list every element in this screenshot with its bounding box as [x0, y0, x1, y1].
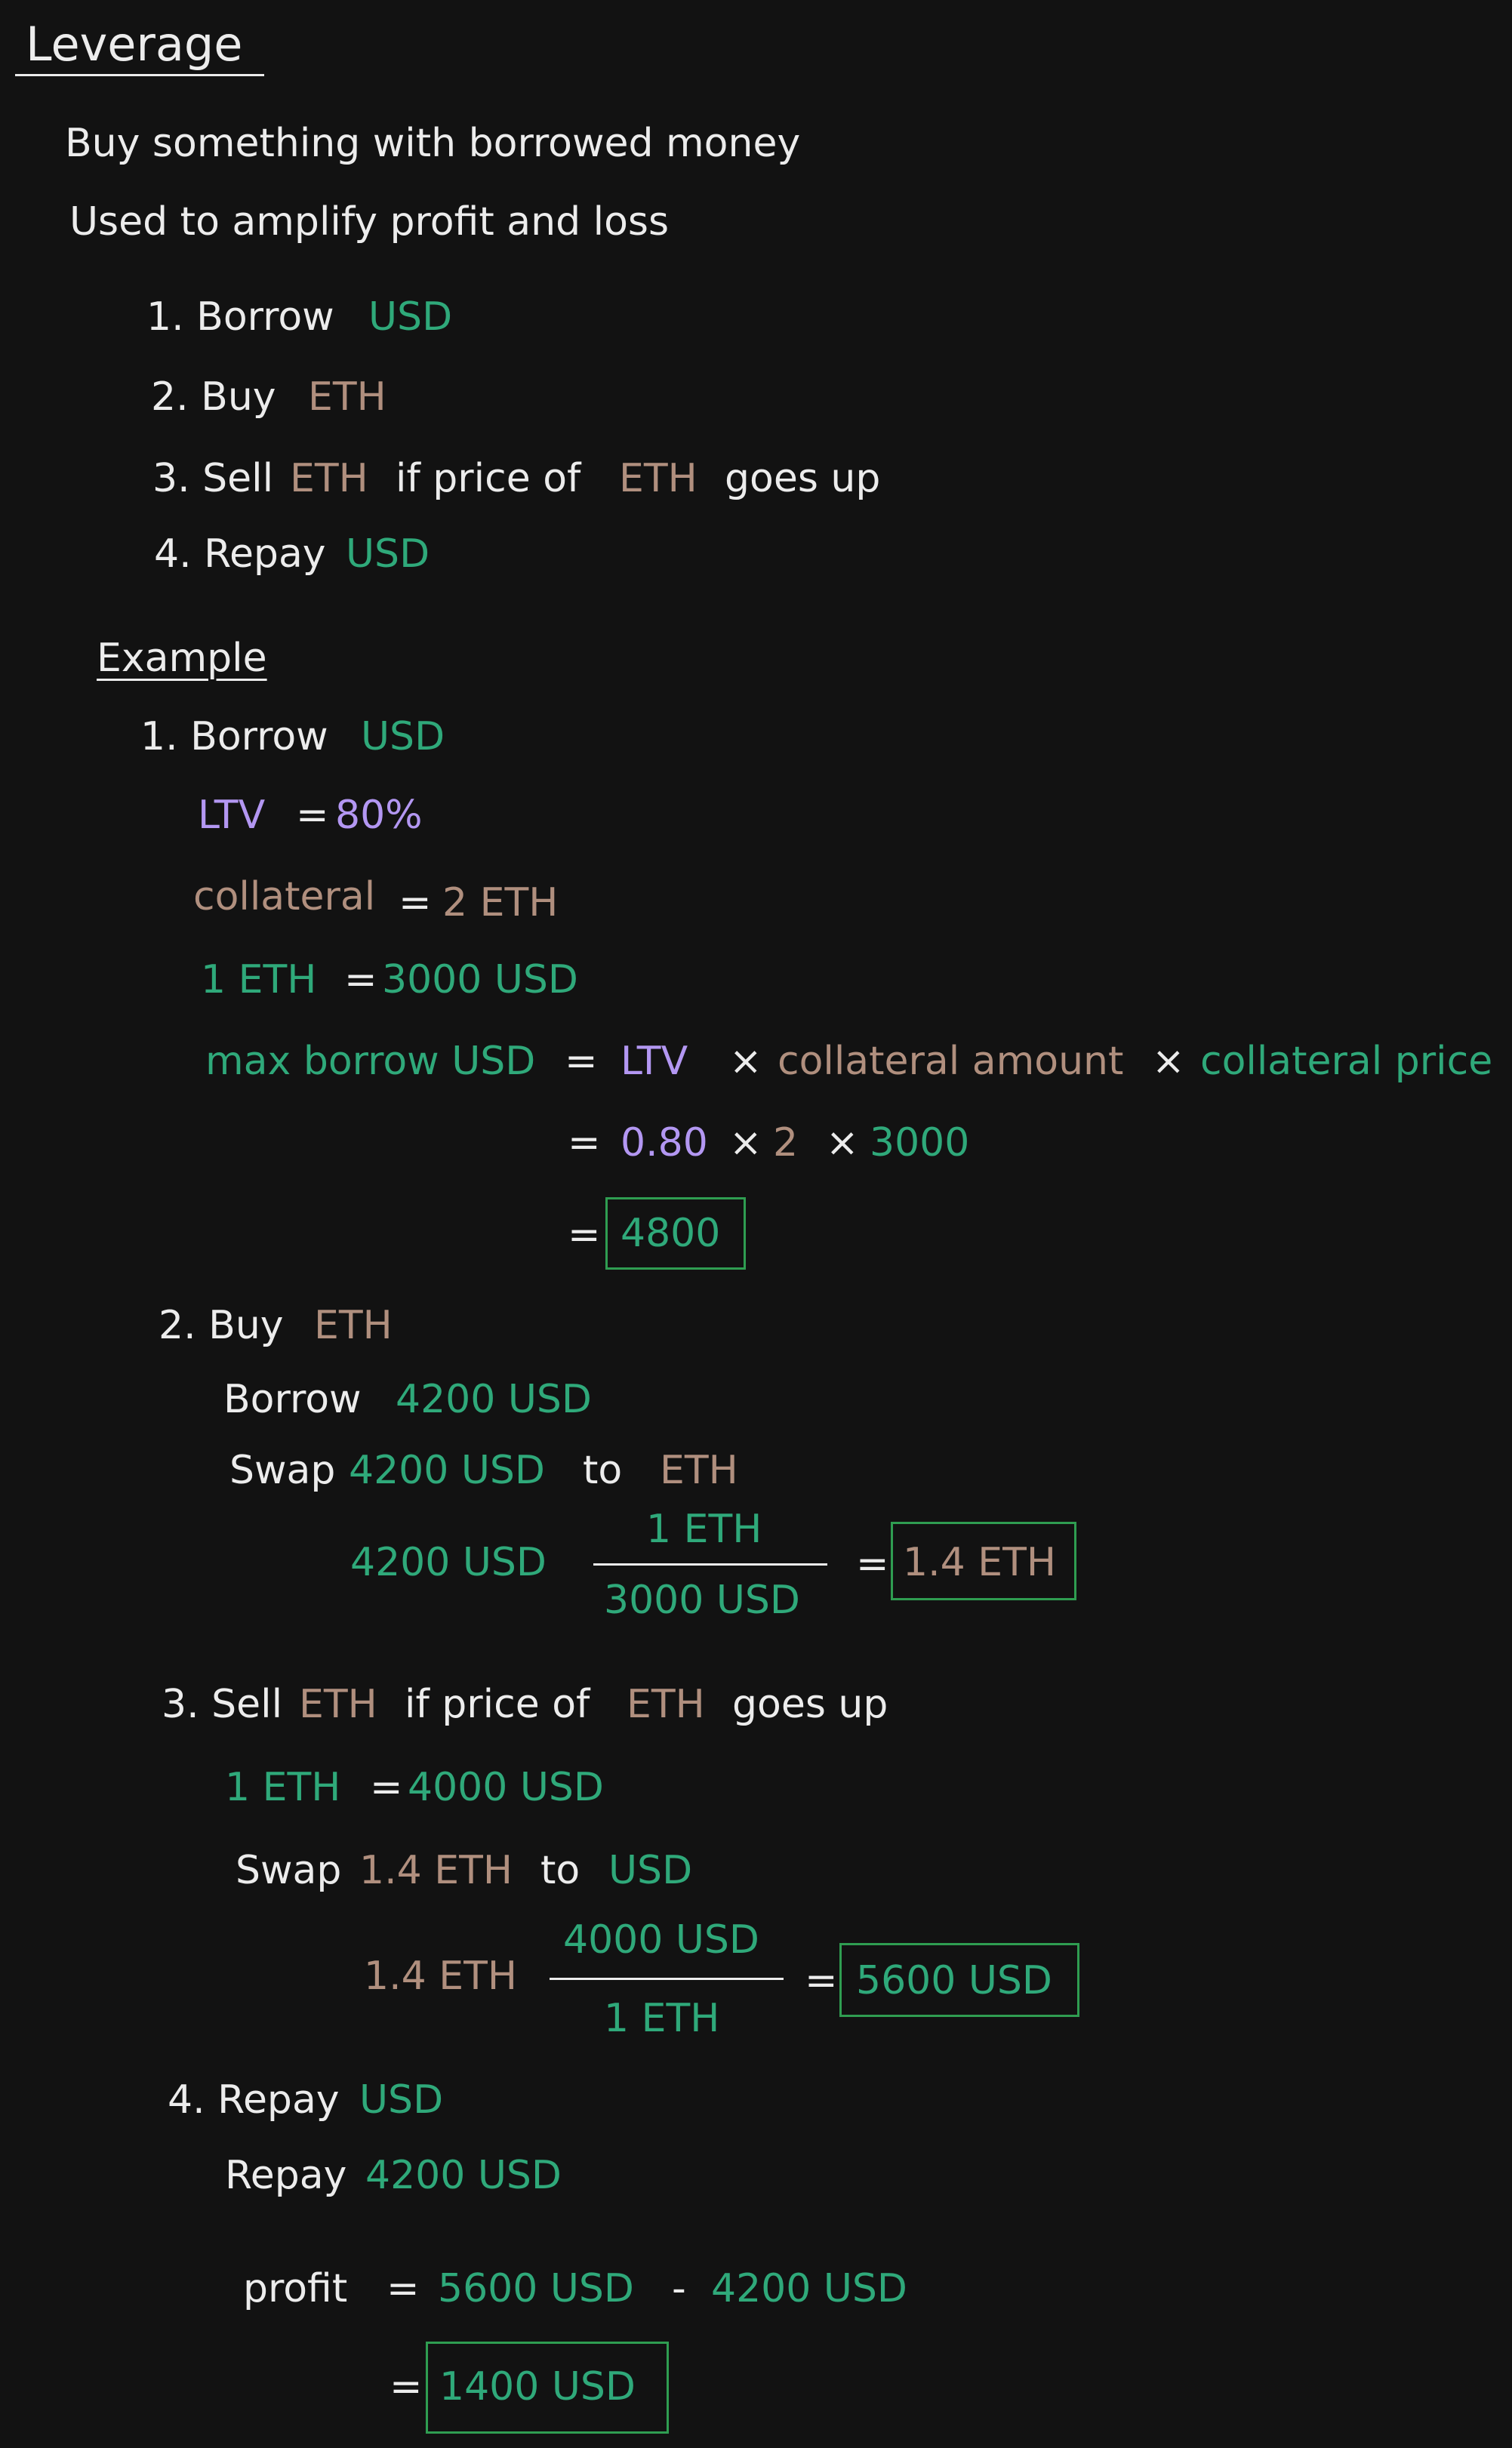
profit-minus: - [672, 2266, 686, 2311]
formula-ltv: LTV [621, 1039, 688, 1084]
formula-times-2: × [1152, 1039, 1185, 1084]
profit-label: profit [243, 2266, 348, 2311]
borrow-value: 4200 USD [396, 1377, 592, 1422]
fraction-numerator: 1 ETH [646, 1507, 762, 1552]
swap-target: ETH [660, 1448, 738, 1493]
calc-times-2: × [826, 1120, 859, 1165]
borrow-label: Borrow [223, 1377, 362, 1422]
result-equals: = [568, 1212, 601, 1258]
example-step-2-asset: ETH [314, 1303, 393, 1348]
title-underline [15, 74, 264, 76]
new-price-right: 4000 USD [408, 1765, 604, 1810]
eth-result: 1.4 ETH [903, 1540, 1056, 1585]
example-step-3-asset-2: ETH [627, 1682, 705, 1727]
eth-price-equals: = [344, 957, 377, 1002]
formula-collateral-price: collateral price [1200, 1039, 1493, 1084]
eth-price-right: 3000 USD [382, 957, 578, 1002]
example-step-1-label: 1. Borrow [140, 714, 328, 759]
calc-price: 3000 [870, 1120, 970, 1165]
intro-line-1: Buy something with borrowed money [65, 121, 801, 166]
step-1-asset: USD [368, 294, 453, 340]
intro-line-2: Used to amplify profit and loss [69, 199, 670, 245]
swap-2-to: to [540, 1848, 580, 1893]
fraction-denominator: 3000 USD [604, 1578, 800, 1623]
example-step-1-asset: USD [361, 714, 445, 759]
step-3-suffix: goes up [725, 456, 881, 501]
calc-left-usd: 4200 USD [350, 1540, 547, 1585]
example-step-3-prefix: 3. Sell [162, 1682, 283, 1727]
new-price-left: 1 ETH [225, 1765, 341, 1810]
swap-value: 4200 USD [349, 1448, 545, 1493]
formula-times-1: × [729, 1039, 762, 1084]
fraction-2-line [550, 1978, 784, 1980]
calc-times-1: × [729, 1120, 762, 1165]
example-step-4-asset: USD [359, 2077, 444, 2123]
repay-value: 4200 USD [365, 2153, 562, 2198]
step-4-asset: USD [346, 531, 430, 577]
step-2-asset: ETH [308, 374, 386, 420]
profit-equals: = [386, 2266, 420, 2311]
ltv-value: 80% [335, 793, 423, 838]
collateral-equals: = [399, 880, 432, 925]
swap-2-label: Swap [236, 1848, 342, 1893]
conversion-equals: = [856, 1541, 889, 1587]
step-2-label: 2. Buy [151, 374, 276, 420]
example-step-3-asset-1: ETH [299, 1682, 377, 1727]
example-step-3-middle: if price of [405, 1682, 590, 1727]
formula-collateral-amount: collateral amount [778, 1039, 1124, 1084]
max-borrow-label: max borrow USD [205, 1039, 536, 1084]
example-heading: Example [97, 636, 267, 681]
swap-to: to [583, 1448, 623, 1493]
usd-result: 5600 USD [856, 1958, 1052, 2003]
step-4-label: 4. Repay [154, 531, 326, 577]
step-3-middle: if price of [396, 456, 581, 501]
step-3-asset-1: ETH [290, 456, 368, 501]
eth-price-left: 1 ETH [201, 957, 317, 1002]
repay-label: Repay [225, 2153, 347, 2198]
new-price-equals: = [370, 1765, 403, 1810]
max-borrow-equals: = [565, 1039, 598, 1084]
calc-amount: 2 [773, 1120, 799, 1165]
step-3-prefix: 3. Sell [152, 456, 274, 501]
swap-label: Swap [229, 1448, 336, 1493]
calc-ltv: 0.80 [621, 1120, 708, 1165]
example-step-4-label: 4. Repay [168, 2077, 340, 2123]
fraction-2-numerator: 4000 USD [563, 1917, 759, 1963]
example-step-2-label: 2. Buy [159, 1303, 284, 1348]
profit-term-a: 5600 USD [438, 2266, 634, 2311]
page-title: Leverage [26, 17, 243, 72]
fraction-2-denominator: 1 ETH [604, 1996, 720, 2041]
collateral-value: 2 ETH [442, 880, 559, 925]
calc-equals: = [568, 1120, 601, 1165]
ltv-equals: = [296, 793, 329, 838]
conversion-2-equals: = [805, 1958, 838, 2003]
collateral-label: collateral [193, 874, 376, 919]
swap-2-value: 1.4 ETH [359, 1848, 513, 1893]
profit-result: 1400 USD [439, 2364, 636, 2410]
profit-result-equals: = [390, 2364, 423, 2410]
step-1-label: 1. Borrow [146, 294, 334, 340]
profit-term-b: 4200 USD [711, 2266, 907, 2311]
ltv-label: LTV [198, 793, 266, 838]
swap-2-target: USD [608, 1848, 693, 1893]
max-borrow-result: 4800 [621, 1211, 721, 1256]
fraction-line [593, 1563, 827, 1566]
example-step-3-suffix: goes up [732, 1682, 888, 1727]
calc-left-eth: 1.4 ETH [364, 1954, 517, 1999]
step-3-asset-2: ETH [619, 456, 697, 501]
